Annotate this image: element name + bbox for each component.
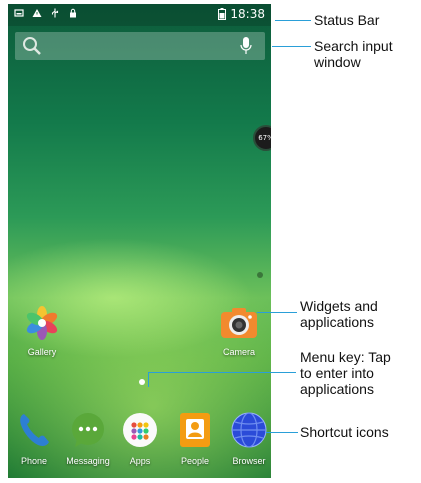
callout-status-bar: Status Bar bbox=[314, 12, 380, 28]
warning-icon bbox=[32, 9, 42, 17]
camera-icon bbox=[221, 308, 257, 338]
app-label-apps: Apps bbox=[129, 456, 151, 466]
callout-menu-key: Menu key: Tap to enter into applications bbox=[300, 349, 391, 397]
battery-icon bbox=[218, 8, 227, 20]
people-icon bbox=[180, 413, 210, 447]
microphone-icon[interactable] bbox=[240, 37, 252, 55]
notification-icon bbox=[14, 9, 24, 17]
callout-search: Search input window bbox=[314, 38, 393, 70]
callout-line-search bbox=[272, 46, 311, 47]
app-label-phone: Phone bbox=[20, 456, 48, 466]
browser-icon bbox=[231, 412, 267, 448]
wallpaper-dot bbox=[257, 272, 263, 278]
app-label-messaging: Messaging bbox=[66, 456, 110, 466]
app-label-gallery: Gallery bbox=[27, 347, 57, 357]
callout-shortcuts: Shortcut icons bbox=[300, 424, 389, 440]
app-label-people: People bbox=[180, 456, 210, 466]
callout-line-menu-key bbox=[148, 372, 296, 373]
app-gallery[interactable]: Gallery bbox=[12, 306, 72, 357]
page-indicator bbox=[139, 379, 145, 385]
status-bar-clock: 18:38 bbox=[230, 7, 265, 21]
phone-screen: 18:38 67% Gal bbox=[8, 4, 271, 478]
dock-people[interactable]: People bbox=[165, 411, 225, 466]
dock-messaging[interactable]: Messaging bbox=[58, 411, 118, 466]
lock-icon bbox=[70, 8, 76, 18]
usb-icon bbox=[51, 8, 59, 18]
callout-vert-menu-key bbox=[148, 372, 149, 387]
app-label-browser: Browser bbox=[232, 456, 266, 466]
status-bar[interactable]: 18:38 bbox=[8, 4, 271, 26]
search-input[interactable] bbox=[15, 32, 265, 60]
callout-widgets: Widgets and applications bbox=[300, 298, 378, 330]
callout-line-widgets bbox=[257, 312, 297, 313]
callout-line-status-bar bbox=[275, 20, 311, 21]
phone-icon bbox=[20, 414, 49, 446]
apps-icon bbox=[123, 413, 157, 447]
app-camera[interactable]: Camera bbox=[209, 306, 269, 357]
dock-phone[interactable]: Phone bbox=[8, 411, 64, 466]
dock-apps[interactable]: Apps bbox=[110, 411, 170, 466]
app-label-camera: Camera bbox=[222, 347, 255, 357]
battery-percent: 67% bbox=[258, 134, 271, 142]
callout-line-shortcuts bbox=[266, 432, 298, 433]
battery-widget[interactable]: 67% bbox=[253, 125, 271, 151]
messaging-icon bbox=[72, 413, 104, 447]
dock-browser[interactable]: Browser bbox=[219, 411, 271, 466]
search-icon[interactable] bbox=[22, 36, 42, 56]
gallery-icon bbox=[26, 306, 58, 340]
